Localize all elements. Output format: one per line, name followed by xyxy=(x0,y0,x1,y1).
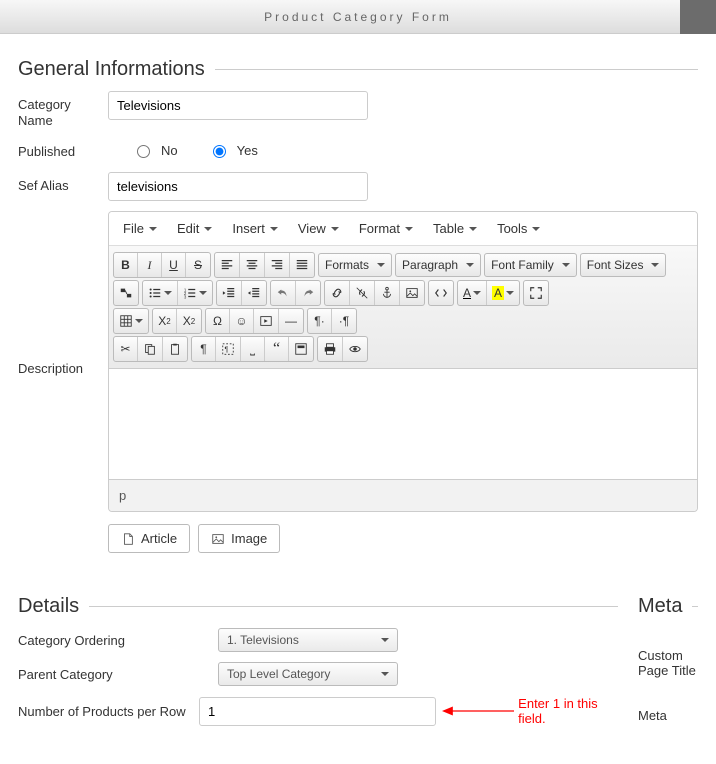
editor-status-bar: p xyxy=(109,479,697,511)
category-name-input[interactable] xyxy=(108,91,368,120)
editor-content-area[interactable] xyxy=(109,369,697,479)
custom-page-title-label: Custom Page Title xyxy=(638,648,698,678)
align-left-button[interactable] xyxy=(215,253,240,277)
underline-button[interactable]: U xyxy=(162,253,186,277)
align-justify-button[interactable] xyxy=(290,253,314,277)
paragraph-dropdown[interactable]: Paragraph xyxy=(395,253,481,277)
menu-file[interactable]: File xyxy=(115,216,165,241)
meta-bottom-label: Meta xyxy=(638,708,698,723)
ltr-button[interactable]: ¶· xyxy=(308,309,332,333)
italic-button[interactable]: I xyxy=(138,253,162,277)
copy-button[interactable] xyxy=(138,337,163,361)
formats-dropdown[interactable]: Formats xyxy=(318,253,392,277)
parent-category-select[interactable]: Top Level Category xyxy=(218,662,398,686)
category-ordering-select[interactable]: 1. Televisions xyxy=(218,628,398,652)
svg-text:3: 3 xyxy=(184,294,187,299)
category-ordering-label: Category Ordering xyxy=(18,633,218,648)
fullscreen-button[interactable] xyxy=(524,281,548,305)
editor-menubar: File Edit Insert View Format Table Tools xyxy=(109,212,697,246)
published-yes-radio[interactable] xyxy=(213,145,226,158)
titlebar-right-block xyxy=(680,0,716,34)
show-invisible-button[interactable]: ¶ xyxy=(192,337,216,361)
undo-button[interactable] xyxy=(271,281,296,305)
redo-button[interactable] xyxy=(296,281,320,305)
annotation-text: Enter 1 in this field. xyxy=(518,696,618,726)
category-name-label: Category Name xyxy=(18,91,108,128)
align-right-button[interactable] xyxy=(265,253,290,277)
fontsizes-dropdown[interactable]: Font Sizes xyxy=(580,253,667,277)
insert-article-button[interactable]: Article xyxy=(108,524,190,553)
page-title: Product Category Form xyxy=(264,10,452,24)
nbsp-button[interactable]: ⎵ xyxy=(241,337,265,361)
fontfamily-dropdown[interactable]: Font Family xyxy=(484,253,577,277)
menu-insert[interactable]: Insert xyxy=(224,216,286,241)
general-fieldset: General Informations Category Name Publi… xyxy=(18,58,698,563)
background-color-button[interactable]: A xyxy=(487,281,519,305)
products-per-row-label: Number of Products per Row xyxy=(18,704,199,719)
sef-alias-label: Sef Alias xyxy=(18,172,108,194)
indent-button[interactable] xyxy=(242,281,266,305)
cut-button[interactable]: ✂ xyxy=(114,337,138,361)
subscript-button[interactable]: X2 xyxy=(153,309,177,333)
bullet-list-button[interactable] xyxy=(143,281,178,305)
template-button[interactable] xyxy=(289,337,313,361)
rich-text-editor: File Edit Insert View Format Table Tools xyxy=(108,211,698,512)
anchor-button[interactable] xyxy=(375,281,400,305)
annotation-arrow: Enter 1 in this field. xyxy=(442,696,618,726)
hr-button[interactable]: — xyxy=(279,309,303,333)
superscript-button[interactable]: X2 xyxy=(177,309,201,333)
rtl-button[interactable]: ·¶ xyxy=(332,309,356,333)
media-button[interactable] xyxy=(254,309,279,333)
text-color-button[interactable]: A xyxy=(458,281,487,305)
title-bar: Product Category Form xyxy=(0,0,716,34)
editor-toolbars: B I U S Formats xyxy=(109,246,697,369)
print-button[interactable] xyxy=(318,337,343,361)
menu-table[interactable]: Table xyxy=(425,216,485,241)
link-button[interactable] xyxy=(325,281,350,305)
file-icon xyxy=(121,532,135,546)
details-legend: Details xyxy=(18,595,89,618)
outdent-button[interactable] xyxy=(217,281,242,305)
show-blocks-button[interactable]: ¶ xyxy=(216,337,241,361)
numbered-list-button[interactable]: 123 xyxy=(178,281,212,305)
parent-category-label: Parent Category xyxy=(18,667,218,682)
find-replace-button[interactable] xyxy=(114,281,138,305)
menu-view[interactable]: View xyxy=(290,216,347,241)
menu-format[interactable]: Format xyxy=(351,216,421,241)
blockquote-button[interactable]: “ xyxy=(265,337,289,361)
published-no-radio[interactable] xyxy=(137,145,150,158)
published-no-option[interactable]: No xyxy=(132,142,178,158)
table-button[interactable] xyxy=(114,309,148,333)
sef-alias-input[interactable] xyxy=(108,172,368,201)
strikethrough-button[interactable]: S xyxy=(186,253,210,277)
bold-button[interactable]: B xyxy=(114,253,138,277)
insert-image-button[interactable]: Image xyxy=(198,524,280,553)
meta-fieldset: Meta Custom Page Title Meta xyxy=(638,595,698,723)
image-icon xyxy=(211,532,225,546)
unlink-button[interactable] xyxy=(350,281,375,305)
published-yes-option[interactable]: Yes xyxy=(208,142,258,158)
paste-button[interactable] xyxy=(163,337,187,361)
general-legend: General Informations xyxy=(18,58,215,81)
description-label: Description xyxy=(18,211,108,377)
preview-button[interactable] xyxy=(343,337,367,361)
emoticon-button[interactable]: ☺ xyxy=(230,309,254,333)
source-code-button[interactable] xyxy=(429,281,453,305)
svg-text:¶: ¶ xyxy=(225,347,229,354)
menu-tools[interactable]: Tools xyxy=(489,216,548,241)
details-fieldset: Details Category Ordering 1. Televisions… xyxy=(18,595,618,736)
align-center-button[interactable] xyxy=(240,253,265,277)
products-per-row-input[interactable] xyxy=(199,697,436,726)
menu-edit[interactable]: Edit xyxy=(169,216,220,241)
published-label: Published xyxy=(18,138,108,160)
meta-legend: Meta xyxy=(638,595,692,618)
image-button[interactable] xyxy=(400,281,424,305)
special-char-button[interactable]: Ω xyxy=(206,309,230,333)
